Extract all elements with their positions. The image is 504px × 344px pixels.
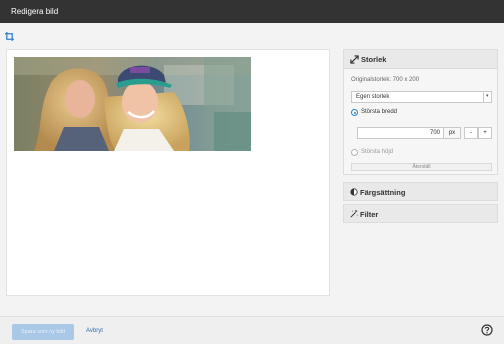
decrement-button[interactable]: - <box>464 127 478 139</box>
unit-label: px <box>444 127 461 139</box>
chevron-down-icon: ▾ <box>486 93 489 99</box>
width-value: 700 <box>429 130 440 136</box>
size-panel-body: Originalstorlek: 700 x 200 Egen storlek … <box>344 69 497 174</box>
original-size-text: Originalstorlek: 700 x 200 <box>351 77 420 83</box>
width-input-row: 700 px - + <box>357 127 492 139</box>
dropdown-arrow: ▾ <box>483 92 491 102</box>
color-panel-header[interactable]: Färgsättning <box>343 182 498 201</box>
settings-sidebar: Storlek Originalstorlek: 700 x 200 Egen … <box>343 49 498 175</box>
edited-image <box>14 57 251 151</box>
cancel-link[interactable]: Avbryt <box>86 328 103 334</box>
color-panel-title: Färgsättning <box>360 188 406 197</box>
size-panel-header[interactable]: Storlek <box>344 50 497 69</box>
max-height-label: Största höjd <box>361 149 394 155</box>
toolbar <box>0 23 504 45</box>
save-as-new-button[interactable]: Spara som ny bild <box>12 324 74 340</box>
reset-button[interactable]: Återställ <box>351 163 492 171</box>
resize-icon <box>350 55 359 64</box>
footer-bar: Spara som ny bild Avbryt <box>0 316 504 344</box>
image-canvas <box>6 49 330 296</box>
title-bar: Redigera bild <box>0 0 504 23</box>
max-width-label: Största bredd <box>361 109 398 115</box>
size-panel-title: Storlek <box>361 55 387 64</box>
max-height-radio[interactable] <box>351 149 358 156</box>
window-title: Redigera bild <box>11 7 59 16</box>
size-panel: Storlek Originalstorlek: 700 x 200 Egen … <box>343 49 498 175</box>
filter-panel-title: Filter <box>360 210 379 219</box>
magic-wand-icon <box>350 210 358 218</box>
width-input[interactable]: 700 <box>357 127 444 139</box>
increment-button[interactable]: + <box>478 127 492 139</box>
crop-icon[interactable] <box>5 32 14 41</box>
size-mode-select[interactable]: Egen storlek ▾ <box>351 91 492 103</box>
contrast-icon <box>350 188 358 196</box>
max-width-radio[interactable] <box>351 109 358 116</box>
help-icon[interactable] <box>481 324 493 336</box>
size-mode-value: Egen storlek <box>356 94 390 100</box>
filter-panel-header[interactable]: Filter <box>343 204 498 223</box>
